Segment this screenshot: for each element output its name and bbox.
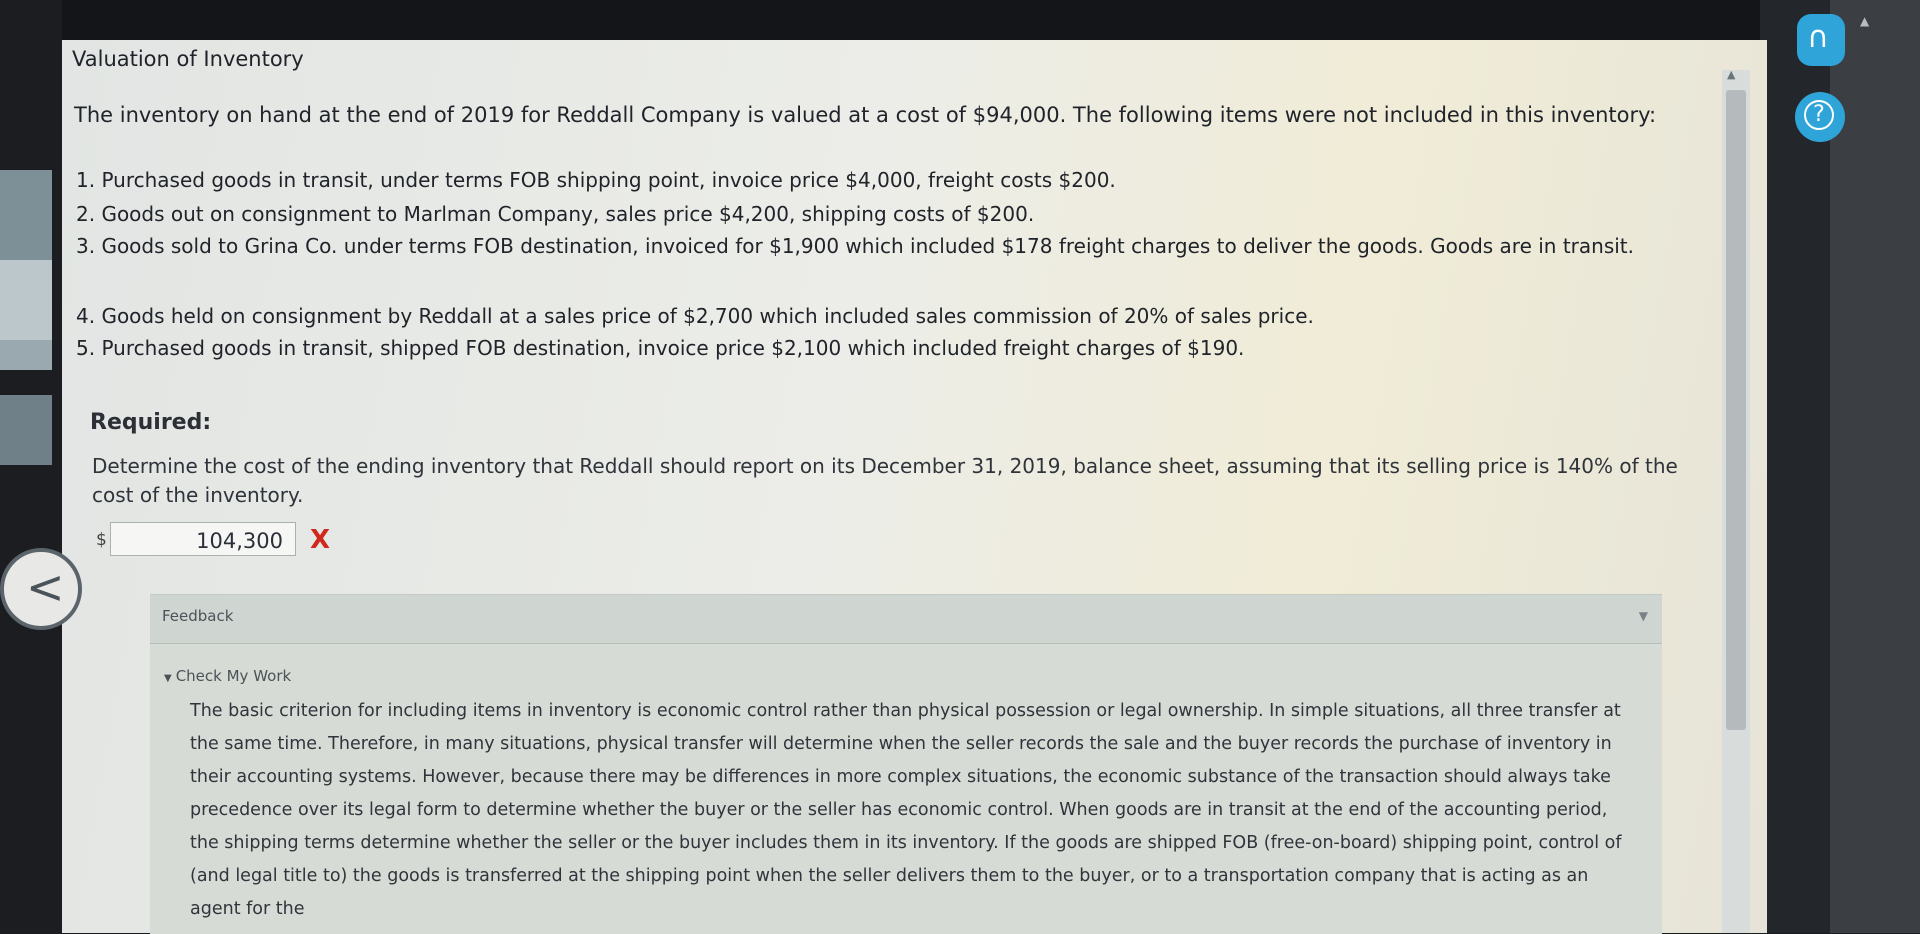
back-button[interactable]: <	[0, 548, 82, 630]
left-screen-strip	[0, 395, 52, 465]
page-title: Valuation of Inventory	[72, 47, 304, 71]
headset-icon: ∩	[1807, 20, 1829, 55]
chevron-left-icon: <	[26, 560, 65, 614]
left-screen-strip	[0, 170, 52, 260]
list-item: 3. Goods sold to Grina Co. under terms F…	[76, 234, 1635, 258]
chevron-down-icon[interactable]: ▼	[1639, 609, 1648, 623]
problem-panel: Valuation of Inventory The inventory on …	[62, 40, 1767, 934]
check-my-work-toggle[interactable]: ▼ Check My Work	[164, 667, 291, 685]
list-item: 1. Purchased goods in transit, under ter…	[76, 168, 1116, 192]
right-toolbar-edge	[1830, 0, 1920, 933]
scrollbar-thumb[interactable]	[1726, 90, 1746, 730]
feedback-label: Feedback	[162, 607, 234, 625]
list-item: 4. Goods held on consignment by Reddall …	[76, 304, 1314, 328]
top-bezel	[0, 0, 1920, 40]
left-screen-strip	[0, 260, 52, 340]
list-item: 5. Purchased goods in transit, shipped F…	[76, 336, 1245, 360]
scroll-up-arrow[interactable]: ▲	[1727, 68, 1735, 81]
scroll-up-icon[interactable]: ▲	[1860, 14, 1869, 28]
left-bezel	[0, 0, 62, 933]
left-screen-strip	[0, 340, 52, 370]
triangle-down-icon: ▼	[164, 673, 172, 684]
check-my-work-label: Check My Work	[175, 667, 292, 685]
required-label: Required:	[90, 410, 212, 435]
help-button[interactable]: ?	[1795, 92, 1845, 142]
feedback-explanation: The basic criterion for including items …	[190, 701, 1622, 919]
x-mark-icon: X	[310, 525, 331, 555]
answer-input[interactable]: 104,300	[110, 522, 296, 556]
currency-symbol: $	[96, 530, 107, 550]
feedback-header[interactable]: Feedback ▼	[150, 595, 1662, 644]
problem-intro: The inventory on hand at the end of 2019…	[74, 103, 1657, 127]
question-text: Determine the cost of the ending invento…	[92, 454, 1678, 507]
help-icon: ?	[1804, 100, 1834, 130]
list-item: 2. Goods out on consignment to Marlman C…	[76, 202, 1035, 226]
support-button[interactable]: ∩	[1797, 14, 1845, 66]
feedback-panel: Feedback ▼ ▼ Check My Work The basic crit…	[150, 594, 1662, 934]
